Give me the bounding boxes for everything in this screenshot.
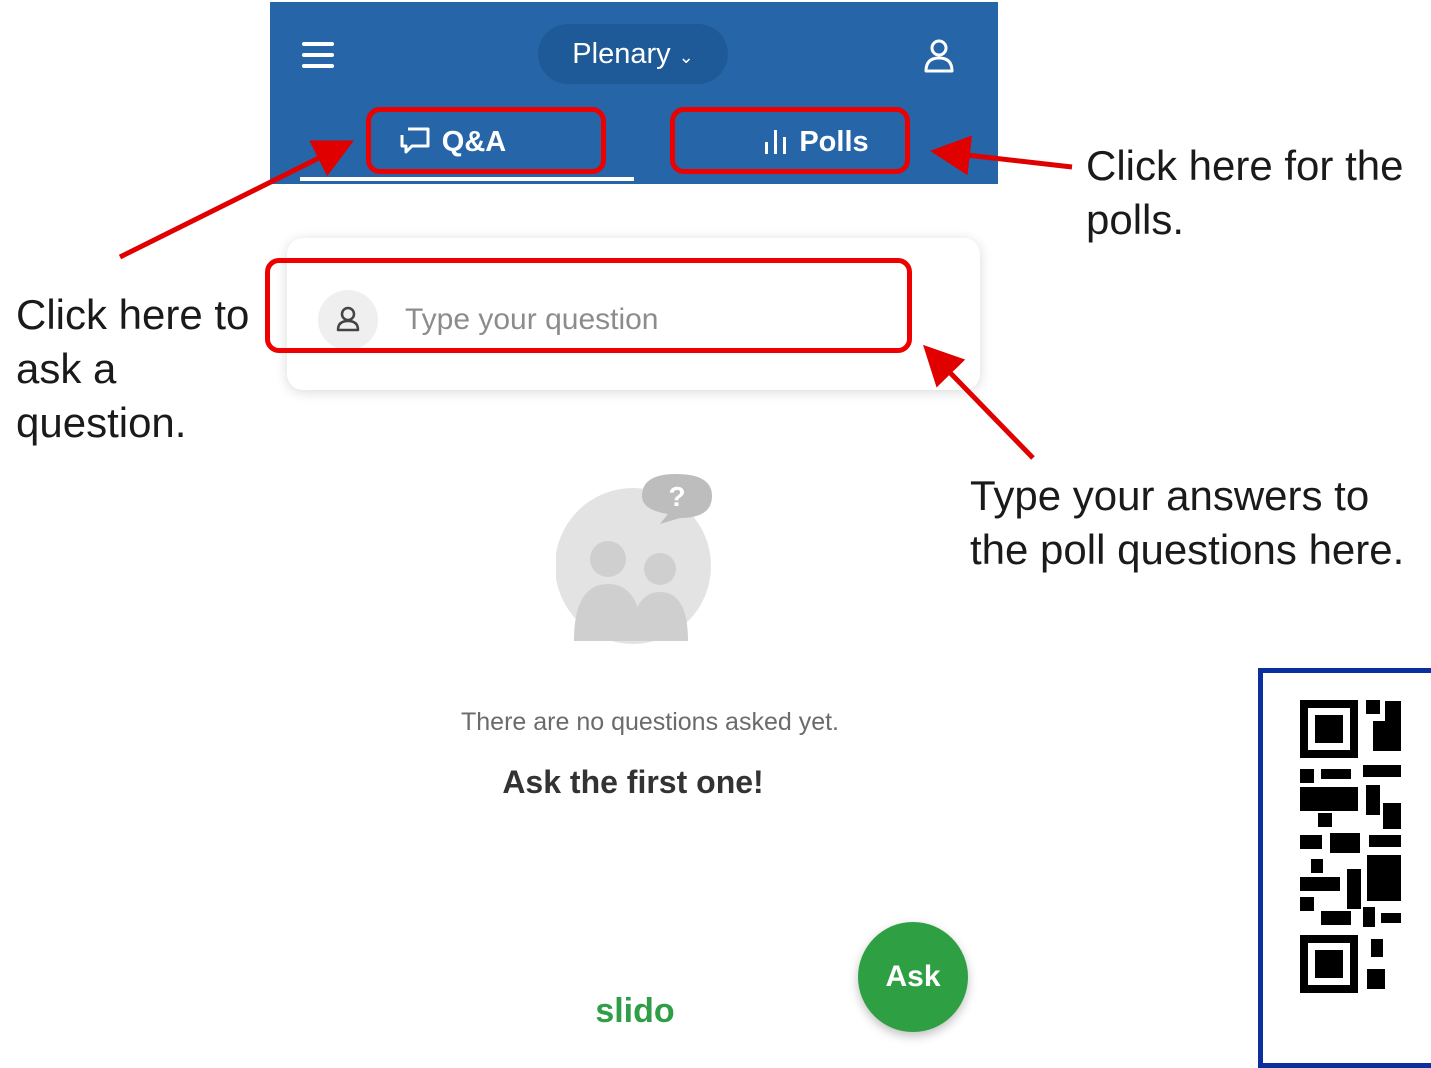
polls-annotation: Click here for the polls.	[1086, 142, 1404, 243]
answers-annotation: Type your answers to the poll questions …	[970, 472, 1405, 573]
menu-icon[interactable]	[302, 42, 336, 68]
active-tab-indicator	[300, 177, 634, 181]
qa-tab-highlight	[366, 107, 606, 174]
empty-state-illustration: ?	[555, 466, 716, 646]
svg-text:?: ?	[668, 481, 685, 512]
question-input-highlight	[265, 258, 912, 353]
empty-state-message: There are no questions asked yet.	[460, 708, 839, 736]
slido-logo: slido	[595, 992, 675, 1030]
chevron-down-icon: ⌄	[678, 46, 694, 67]
profile-icon[interactable]	[922, 38, 956, 74]
ask-button[interactable]: Ask	[858, 922, 968, 1032]
polls-tab-highlight	[670, 107, 910, 174]
event-switcher[interactable]: Plenary ⌄	[538, 24, 728, 84]
ask-annotation: Click here to ask a question.	[16, 291, 250, 446]
qr-code	[1258, 668, 1431, 1068]
event-name: Plenary	[572, 37, 671, 70]
empty-state-cta: Ask the first one!	[502, 764, 764, 800]
